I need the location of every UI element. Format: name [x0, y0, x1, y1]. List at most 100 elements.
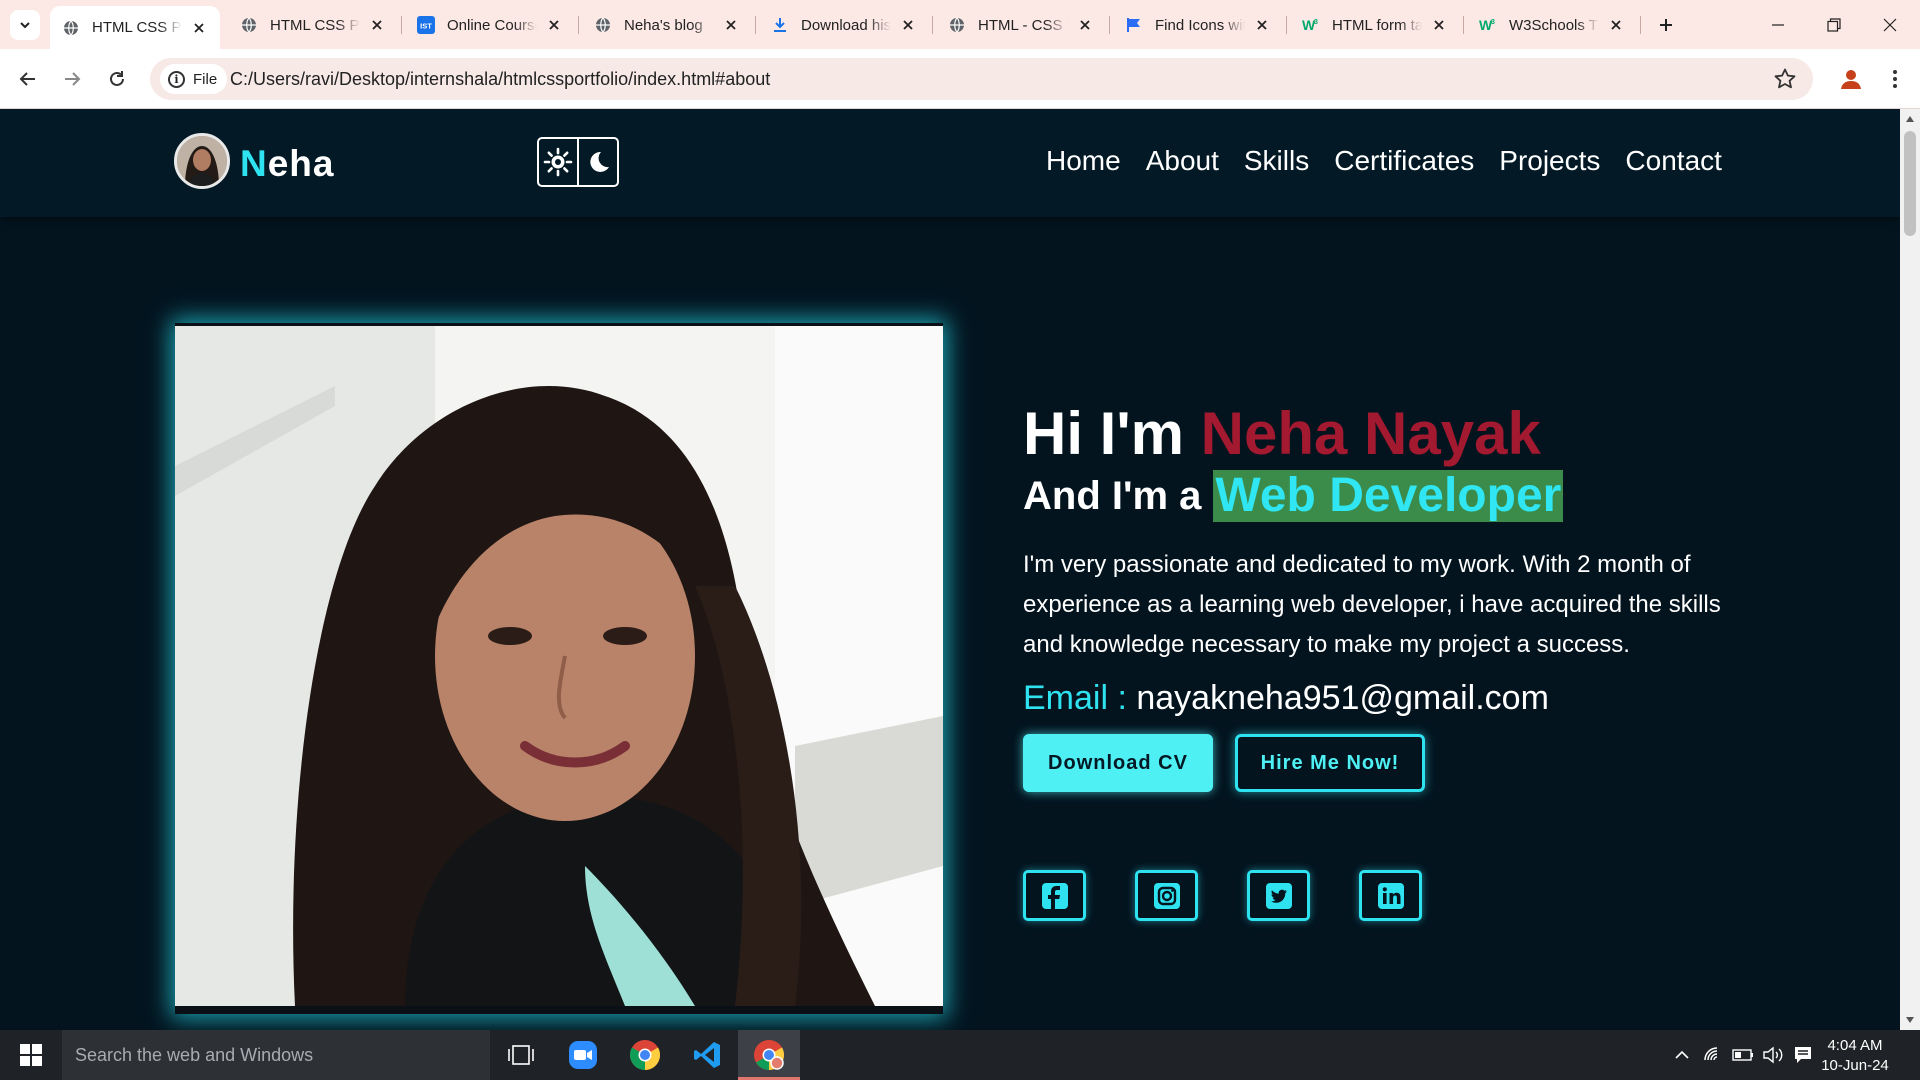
nav-skills[interactable]: Skills	[1244, 145, 1309, 177]
sun-icon	[543, 147, 573, 177]
more-vert-icon	[1893, 70, 1897, 88]
minimize-icon	[1772, 23, 1784, 26]
tab-w3schools-tryit[interactable]: W3 W3Schools Tryit	[1467, 8, 1637, 42]
windows-logo-icon	[20, 1044, 42, 1066]
back-button[interactable]	[13, 64, 43, 94]
profile-button[interactable]	[1834, 62, 1868, 96]
dark-mode-button[interactable]	[579, 139, 617, 185]
tab-close-icon[interactable]	[1253, 16, 1271, 34]
linkedin-icon	[1377, 882, 1404, 909]
download-icon	[771, 16, 789, 34]
show-hidden-icons-button[interactable]	[1670, 1030, 1694, 1080]
globe-icon	[948, 16, 966, 34]
facebook-link[interactable]	[1023, 870, 1086, 921]
network-button[interactable]	[1700, 1030, 1726, 1080]
tab-html-css-portfolio-2[interactable]: HTML CSS PORTFOLIO	[228, 8, 398, 42]
site-nav: Home About Skills Certificates Projects …	[1046, 145, 1722, 177]
light-mode-button[interactable]	[539, 139, 577, 185]
taskbar-chrome[interactable]	[614, 1030, 676, 1080]
tab-title: HTML form tags	[1332, 16, 1422, 34]
url-text[interactable]: C:/Users/ravi/Desktop/internshala/htmlcs…	[230, 69, 770, 90]
scrollbar-thumb[interactable]	[1904, 131, 1916, 236]
flag-icon	[1125, 16, 1143, 34]
tab-html-css-portfolio-1[interactable]: HTML CSS PORTFOLIO	[50, 6, 220, 49]
start-button[interactable]	[0, 1030, 62, 1080]
reload-icon	[110, 71, 124, 86]
tab-online-courses[interactable]: IST Online Courses	[405, 8, 575, 42]
hire-me-button[interactable]: Hire Me Now!	[1235, 734, 1425, 792]
close-window-button[interactable]	[1862, 0, 1918, 49]
tab-separator	[1109, 16, 1110, 34]
tab-html-form-tags[interactable]: W3 HTML form tags	[1290, 8, 1460, 42]
instagram-icon	[1153, 882, 1180, 909]
tab-close-icon[interactable]	[899, 16, 917, 34]
logo-first-letter: N	[240, 143, 268, 184]
arrow-left-icon	[19, 72, 35, 86]
tab-find-icons[interactable]: Find Icons with	[1113, 8, 1283, 42]
taskbar-chrome-profile[interactable]	[738, 1030, 800, 1080]
forward-button[interactable]	[57, 64, 87, 94]
restore-button[interactable]	[1806, 0, 1862, 49]
profile-photo	[175, 323, 943, 1014]
page-viewport: Neha Home About Skills Certificates Proj…	[0, 109, 1900, 1030]
ist-icon: IST	[417, 16, 435, 34]
tab-html-css-website[interactable]: HTML - CSS Website	[936, 8, 1106, 42]
download-cv-button[interactable]: Download CV	[1023, 734, 1213, 792]
reload-button[interactable]	[102, 64, 132, 94]
site-info-chip[interactable]: i File	[160, 64, 228, 94]
clock-time: 4:04 AM	[1827, 1037, 1883, 1054]
tab-close-icon[interactable]	[1607, 16, 1625, 34]
bookmark-star-icon[interactable]	[1773, 67, 1797, 91]
tab-nehas-blog[interactable]: Neha's blog	[582, 8, 752, 42]
battery-button[interactable]	[1730, 1030, 1756, 1080]
nav-certificates[interactable]: Certificates	[1334, 145, 1474, 177]
volume-button[interactable]	[1760, 1030, 1786, 1080]
tab-close-icon[interactable]	[368, 16, 386, 34]
tab-title: Online Courses	[447, 16, 537, 34]
chevron-down-icon	[20, 22, 30, 29]
twitter-link[interactable]	[1247, 870, 1310, 921]
scroll-down-arrow[interactable]	[1904, 1014, 1916, 1026]
globe-icon	[240, 16, 258, 34]
chrome-profile-icon	[754, 1040, 785, 1070]
browser-menu-button[interactable]	[1880, 64, 1910, 94]
arrow-right-icon	[65, 72, 81, 86]
minimize-button[interactable]	[1750, 0, 1806, 49]
triangle-up-icon	[1906, 116, 1914, 122]
instagram-link[interactable]	[1135, 870, 1198, 921]
nav-about[interactable]: About	[1146, 145, 1219, 177]
hero-role-line: And I'm a Web Developer	[1023, 468, 1783, 524]
tab-separator	[932, 16, 933, 34]
linkedin-link[interactable]	[1359, 870, 1422, 921]
site-logo[interactable]: Neha	[240, 143, 335, 185]
globe-icon	[62, 19, 80, 37]
nav-projects[interactable]: Projects	[1499, 145, 1600, 177]
theme-toggle[interactable]	[537, 137, 619, 187]
taskbar-vscode[interactable]	[676, 1030, 738, 1080]
task-view-button[interactable]	[490, 1030, 552, 1080]
taskbar-clock[interactable]: 4:04 AM 10-Jun-24	[1816, 1036, 1894, 1076]
role-prefix: And I'm a	[1023, 473, 1202, 518]
tab-close-icon[interactable]	[190, 19, 208, 37]
tab-close-icon[interactable]	[722, 16, 740, 34]
nav-home[interactable]: Home	[1046, 145, 1121, 177]
new-tab-button[interactable]	[1651, 10, 1681, 40]
chrome-icon	[629, 1040, 661, 1070]
scroll-up-arrow[interactable]	[1904, 113, 1916, 125]
profile-photo-illustration	[175, 326, 943, 1006]
email-address[interactable]: nayakneha951@gmail.com	[1136, 679, 1549, 717]
tab-close-icon[interactable]	[545, 16, 563, 34]
action-center-button[interactable]	[1790, 1030, 1816, 1080]
address-bar[interactable]: i File C:/Users/ravi/Desktop/internshala…	[150, 58, 1813, 100]
page-scrollbar[interactable]	[1900, 109, 1920, 1030]
tab-separator	[578, 16, 579, 34]
tab-download-history[interactable]: Download history	[759, 8, 929, 42]
taskbar-search-box[interactable]: Search the web and Windows	[62, 1030, 490, 1080]
facebook-icon	[1041, 882, 1068, 909]
vscode-icon	[694, 1042, 720, 1068]
tab-close-icon[interactable]	[1076, 16, 1094, 34]
tab-close-icon[interactable]	[1430, 16, 1448, 34]
nav-contact[interactable]: Contact	[1625, 145, 1722, 177]
taskbar-zoom[interactable]	[552, 1030, 614, 1080]
tab-search-button[interactable]	[10, 10, 40, 40]
